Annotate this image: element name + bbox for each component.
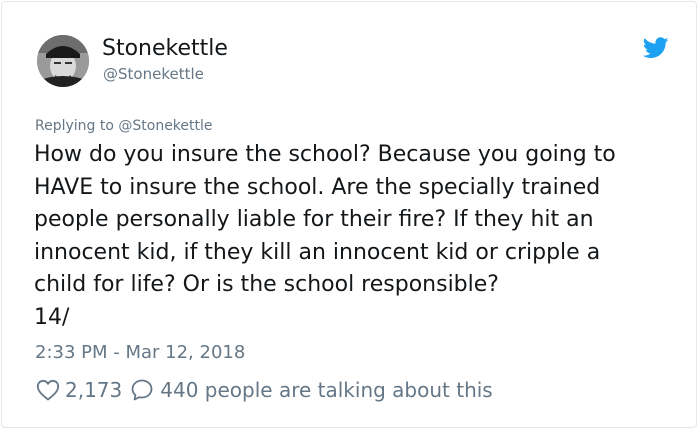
avatar[interactable] bbox=[37, 35, 89, 87]
author-handle[interactable]: @Stonekettle bbox=[103, 64, 204, 84]
heart-icon bbox=[36, 379, 60, 401]
tweet-text-line: innocent kid, if they kill an innocent k… bbox=[34, 239, 601, 265]
tweet-text-line: 14/ bbox=[34, 304, 70, 330]
twitter-bird-icon[interactable] bbox=[642, 37, 669, 59]
tweet-card: Stonekettle @Stonekettle Replying to @St… bbox=[1, 1, 697, 428]
talking-count: 440 people are talking about this bbox=[160, 378, 493, 402]
tweet-timestamp[interactable]: 2:33 PM - Mar 12, 2018 bbox=[35, 341, 245, 365]
reply-button[interactable]: 440 people are talking about this bbox=[130, 378, 493, 402]
tweet-text-line: people personally liable for their fire?… bbox=[34, 207, 594, 232]
speech-bubble-icon bbox=[131, 379, 153, 401]
avatar-photo-icon bbox=[37, 35, 89, 87]
tweet-text-line: HAVE to insure the school. Are the speci… bbox=[34, 174, 601, 200]
like-count: 2,173 bbox=[65, 378, 123, 402]
replying-to[interactable]: Replying to @Stonekettle bbox=[35, 116, 213, 136]
tweet-text-line: How do you insure the school? Because yo… bbox=[34, 142, 616, 167]
like-button[interactable]: 2,173 bbox=[36, 378, 122, 402]
tweet-actions: 2,173 440 people are talking about this bbox=[36, 375, 493, 405]
author-display-name[interactable]: Stonekettle bbox=[102, 35, 228, 63]
tweet-text: How do you insure the school? Because yo… bbox=[34, 139, 684, 334]
tweet-text-line: child for life? Or is the school respons… bbox=[34, 272, 499, 297]
